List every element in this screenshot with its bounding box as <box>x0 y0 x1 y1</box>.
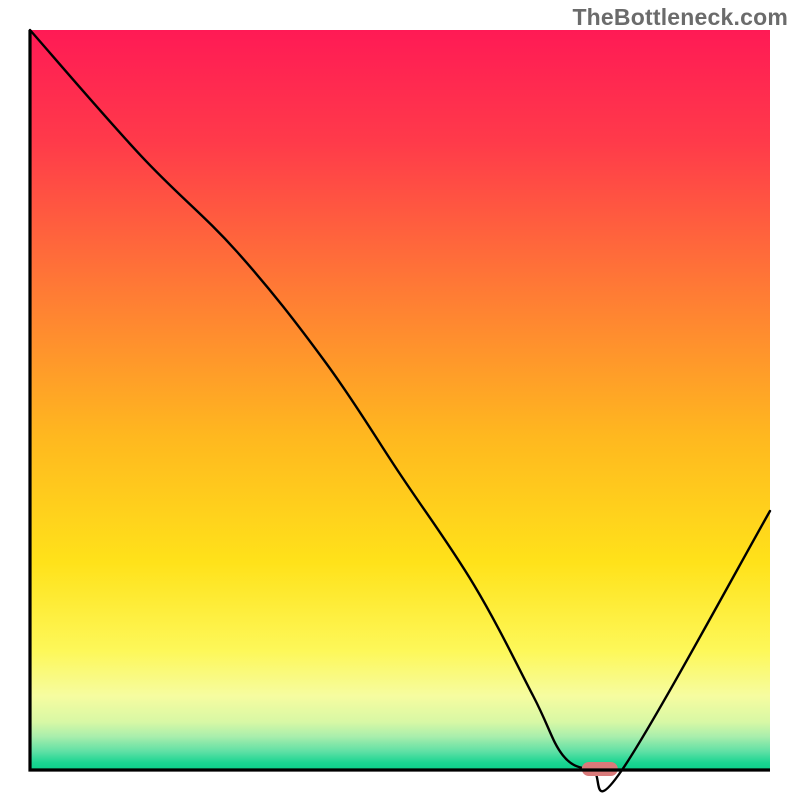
bottleneck-chart <box>0 0 800 800</box>
chart-frame: TheBottleneck.com <box>0 0 800 800</box>
plot-background <box>30 30 770 770</box>
watermark-label: TheBottleneck.com <box>572 4 788 31</box>
